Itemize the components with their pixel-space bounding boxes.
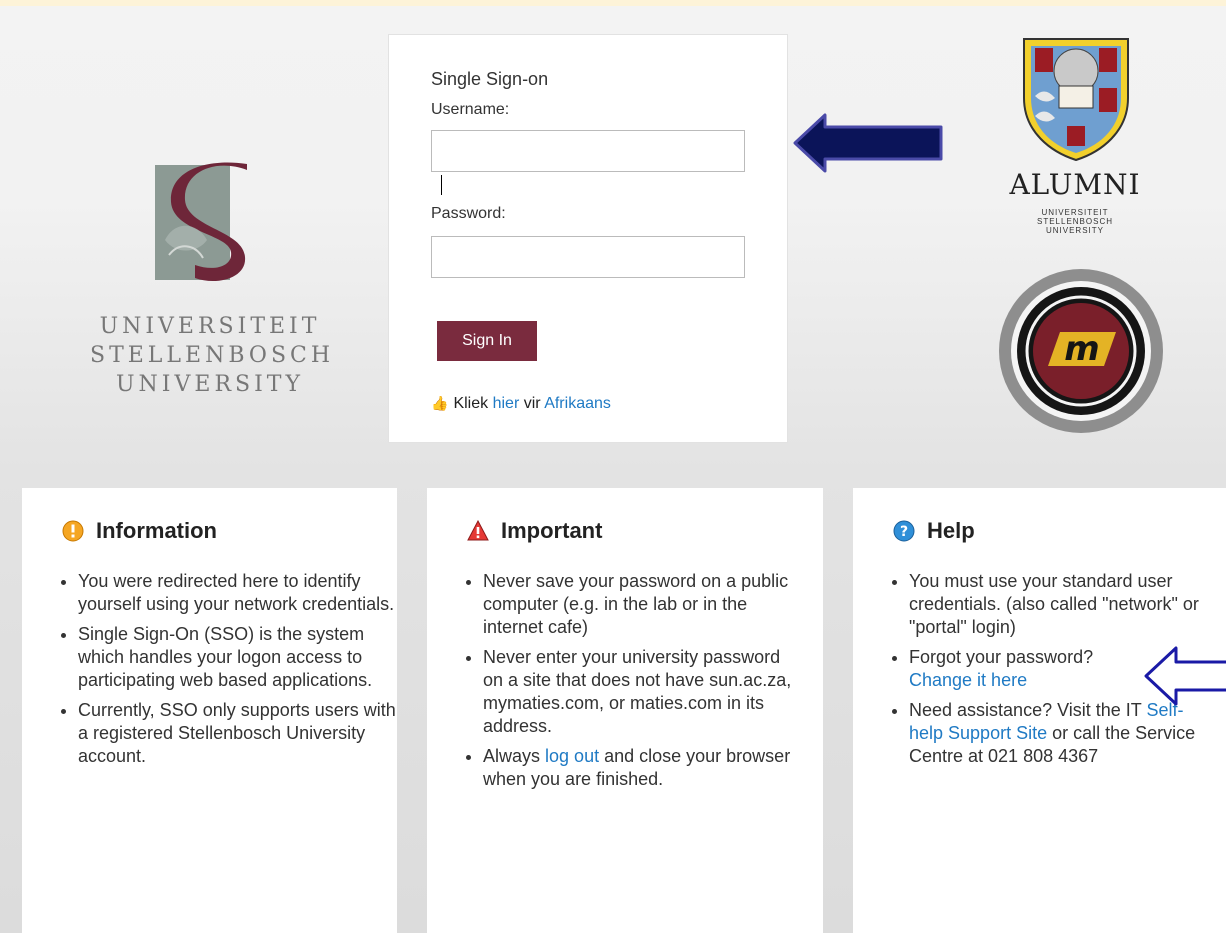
list-item: Single Sign-On (SSO) is the system which… [78,623,398,692]
change-password-link[interactable]: Change it here [909,670,1027,690]
alumni-sub-line-2: STELLENBOSCH [1036,217,1114,226]
maties-logo-icon: m [999,269,1163,433]
login-panel: Single Sign-on Username: Password: Sign … [388,34,788,443]
help-heading: ? Help [893,518,975,544]
alumni-sub-line-3: UNIVERSITY [1045,226,1104,235]
help-title: Help [927,518,975,543]
information-card: Information You were redirected here to … [22,488,397,933]
question-circle-icon: ? [893,520,915,542]
password-label: Password: [431,205,506,222]
alumni-sub-line-1: UNIVERSITEIT [1041,208,1109,217]
svg-text:m: m [1064,329,1099,369]
information-list: You were redirected here to identify you… [58,570,398,775]
language-switch: 👍 Kliek hier vir Afrikaans [431,395,611,413]
lang-prefix: Kliek [453,395,489,412]
alumni-word: ALUMNI [1009,168,1141,201]
thumbs-up-icon: 👍 [431,395,449,411]
list-item: Need assistance? Visit the IT Self-help … [909,699,1199,768]
list-item: Always log out and close your browser wh… [483,745,793,791]
information-heading: Information [62,518,217,544]
lang-middle: vir [523,395,541,412]
important-list: Never save your password on a public com… [463,570,793,798]
top-bar [0,0,1226,6]
list-item: Never save your password on a public com… [483,570,793,639]
su-logo-line-3: UNIVERSITY [116,372,304,397]
username-label: Username: [431,101,510,118]
sign-in-button[interactable]: Sign In [437,321,537,361]
su-s-mark-icon [155,162,247,282]
svg-text:?: ? [900,524,908,540]
annotation-arrow-solid-icon [793,113,943,173]
important-heading: Important [467,518,602,544]
forgot-password-text: Forgot your password? [909,647,1094,667]
text-caret [441,175,442,195]
alumni-logo: ALUMNI UNIVERSITEIT STELLENBOSCH UNIVERS… [1000,36,1160,256]
important-card: Important Never save your password on a … [427,488,823,933]
annotation-arrow-outline-icon [1144,646,1226,706]
login-title: Single Sign-on [431,69,549,89]
logout-prefix: Always [483,746,541,766]
su-logo-line-2: STELLENBOSCH [90,343,335,368]
warning-triangle-icon [467,520,489,541]
alumni-subtitle: UNIVERSITEIT STELLENBOSCH UNIVERSITY [1000,208,1150,235]
help-card: ? Help You must use your standard user c… [853,488,1226,933]
list-item: You must use your standard user credenti… [909,570,1199,639]
info-circle-icon [62,520,84,542]
information-title: Information [96,518,217,543]
log-out-link[interactable]: log out [545,746,599,766]
list-item: Never enter your university password on … [483,646,793,738]
su-logo-text: UNIVERSITEIT STELLENBOSCH UNIVERSITY [90,312,330,399]
su-logo-line-1: UNIVERSITEIT [99,314,321,339]
list-item: You were redirected here to identify you… [78,570,398,616]
list-item: Currently, SSO only supports users with … [78,699,398,768]
lang-link-hier[interactable]: hier [493,395,520,412]
username-input[interactable] [431,130,745,172]
alumni-crest-icon [1023,38,1129,162]
password-input[interactable] [431,236,745,278]
important-title: Important [501,518,603,543]
stellenbosch-university-logo: UNIVERSITEIT STELLENBOSCH UNIVERSITY [90,150,330,410]
assistance-prefix: Need assistance? Visit the IT [909,700,1142,720]
lang-link-afrikaans[interactable]: Afrikaans [544,395,611,412]
